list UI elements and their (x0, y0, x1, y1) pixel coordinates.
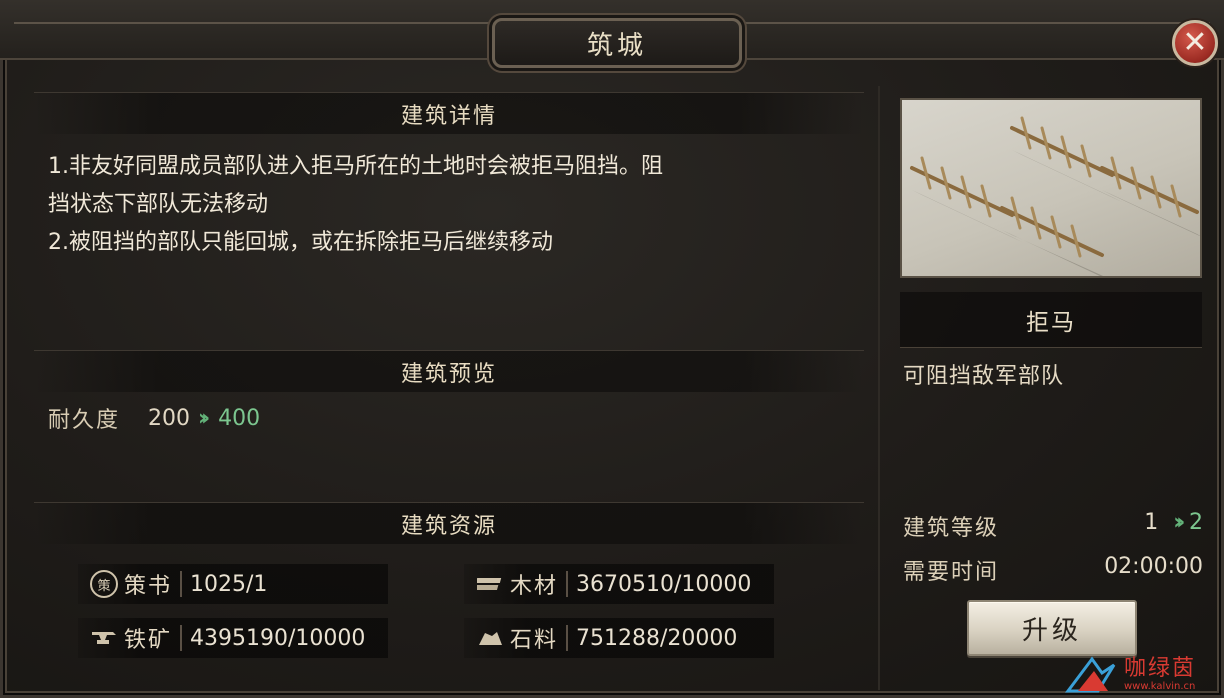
resource-value: 3670510/10000 (576, 571, 752, 597)
level-label: 建筑等级 (903, 516, 1000, 541)
watermark-url: www.kalvin.cn (1124, 681, 1196, 692)
watermark: 咖绿茵 www.kalvin.cn (1064, 652, 1224, 698)
time-value: 02:00:00 (1104, 554, 1203, 579)
resource-name: 木材 (510, 574, 559, 599)
panel-divider (878, 86, 880, 690)
left-panel: 建筑详情 1.非友好同盟成员部队进入拒马所在的土地时会被拒马阻挡。阻 挡状态下部… (34, 92, 864, 688)
details-line: 2.被阻挡的部队只能回城，或在拆除拒马后继续移动 (48, 230, 553, 255)
close-button[interactable]: ✕ (1172, 20, 1218, 66)
anvil-icon (90, 624, 118, 652)
durability-current: 200 (148, 405, 191, 431)
stone-icon (476, 624, 504, 652)
durability-row: 耐久度 200 ›› 400 (48, 402, 260, 434)
level-value: 1 ›› 2 (1144, 510, 1203, 542)
book-icon: 策 (90, 570, 118, 598)
build-time-row: 需要时间 02:00:00 (903, 554, 1203, 586)
details-section-title: 建筑详情 (34, 92, 864, 134)
level-current: 1 (1144, 510, 1159, 535)
resource-separator (566, 625, 569, 651)
resource-name: 石料 (510, 628, 559, 653)
resource-separator (180, 571, 183, 597)
resource-wood: 木材 3670510/10000 (464, 564, 774, 604)
close-icon: ✕ (1182, 25, 1208, 60)
watermark-logo-icon (1065, 656, 1116, 693)
details-line: 1.非友好同盟成员部队进入拒马所在的土地时会被拒马阻挡。阻 (48, 154, 663, 179)
resource-stone: 石料 751288/20000 (464, 618, 774, 658)
right-panel: 拒马 可阻挡敌军部队 建筑等级 1 ›› 2 需要时间 02:00:00 升级 (895, 90, 1208, 690)
resource-value: 4395190/10000 (190, 625, 366, 651)
resources-section-title: 建筑资源 (34, 502, 864, 544)
resource-book: 策 策书 1025/1 (78, 564, 388, 604)
preview-section-title: 建筑预览 (34, 350, 864, 392)
building-description: 可阻挡敌军部队 (903, 364, 1065, 389)
resource-value: 1025/1 (190, 571, 268, 597)
resource-value: 751288/20000 (576, 625, 738, 651)
resource-name: 铁矿 (124, 628, 173, 653)
upgrade-button[interactable]: 升级 (967, 600, 1137, 656)
double-chevron-right-icon: ›› (198, 405, 210, 431)
resource-iron: 铁矿 4395190/10000 (78, 618, 388, 658)
details-line: 挡状态下部队无法移动 (48, 192, 269, 217)
dialog-title: 筑城 (492, 18, 742, 68)
resource-name: 策书 (124, 574, 173, 599)
durability-next: 400 (218, 405, 261, 431)
wood-icon (476, 570, 504, 598)
double-chevron-right-icon: ›› (1173, 510, 1185, 535)
level-next: 2 (1189, 510, 1203, 535)
durability-label: 耐久度 (48, 408, 121, 433)
resource-separator (566, 571, 569, 597)
resource-separator (180, 625, 183, 651)
details-text: 1.非友好同盟成员部队进入拒马所在的土地时会被拒马阻挡。阻 挡状态下部队无法移动… (48, 148, 858, 262)
time-label: 需要时间 (903, 560, 1000, 585)
watermark-name: 咖绿茵 (1124, 656, 1197, 681)
building-image (900, 98, 1202, 278)
building-name: 拒马 (900, 292, 1202, 348)
building-level-row: 建筑等级 1 ›› 2 (903, 510, 1203, 542)
